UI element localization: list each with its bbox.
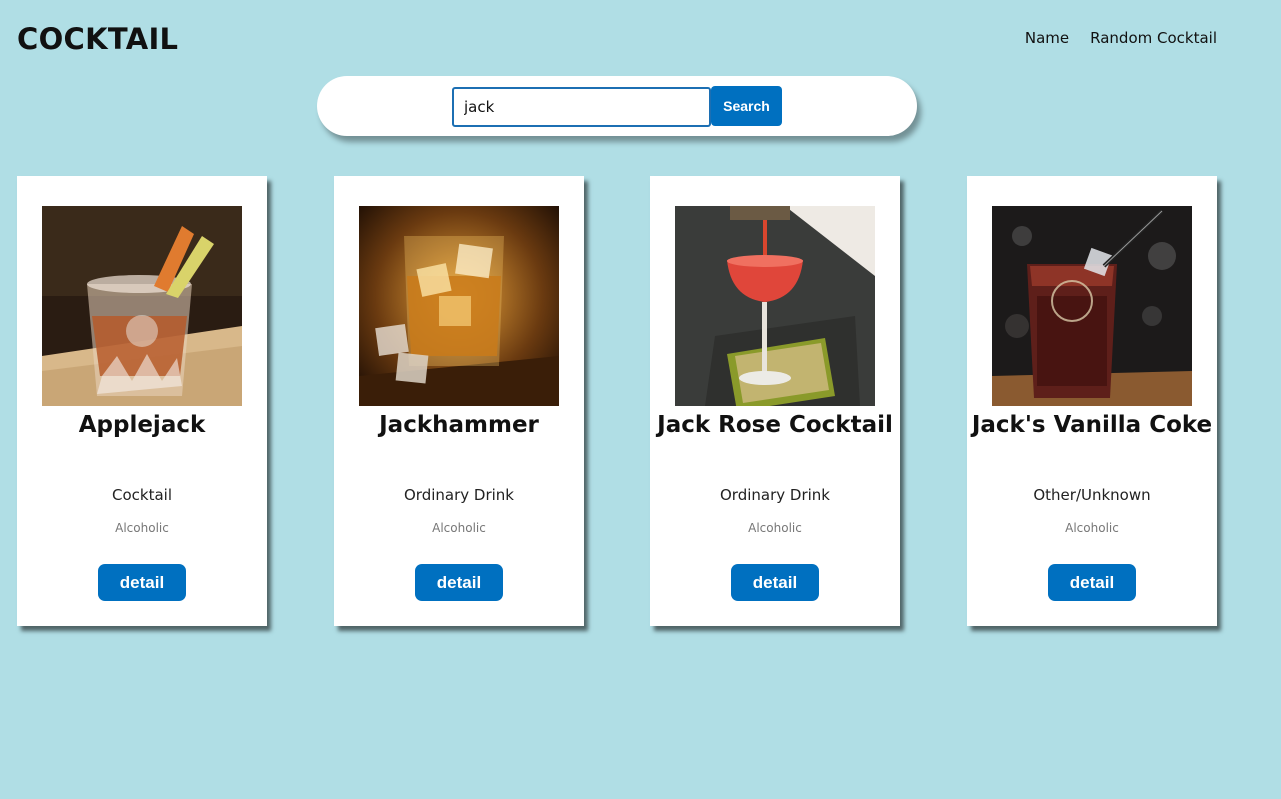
search-input[interactable] xyxy=(452,87,711,127)
site-logo[interactable]: COCKTAIL xyxy=(17,22,178,56)
cocktail-card: Jack's Vanilla Coke Other/Unknown Alcoho… xyxy=(967,176,1217,626)
cocktail-category: Ordinary Drink xyxy=(720,486,830,504)
cocktail-alcoholic-badge: Alcoholic xyxy=(432,521,486,535)
detail-button[interactable]: detail xyxy=(98,564,186,601)
cocktail-name: Jack's Vanilla Coke xyxy=(971,412,1213,438)
cocktail-card: Applejack Cocktail Alcoholic detail xyxy=(17,176,267,626)
cocktail-category: Cocktail xyxy=(112,486,172,504)
cocktail-alcoholic-badge: Alcoholic xyxy=(1065,521,1119,535)
detail-button[interactable]: detail xyxy=(1048,564,1136,601)
cocktail-name: Applejack xyxy=(78,412,206,438)
nav-link-random-cocktail[interactable]: Random Cocktail xyxy=(1090,29,1217,47)
cocktail-alcoholic-badge: Alcoholic xyxy=(115,521,169,535)
cocktail-name: Jack Rose Cocktail xyxy=(657,412,893,438)
cocktail-image xyxy=(992,206,1192,406)
top-nav: Name Random Cocktail xyxy=(1025,29,1217,47)
cocktail-category: Other/Unknown xyxy=(1033,486,1151,504)
detail-button[interactable]: detail xyxy=(415,564,503,601)
cocktail-card: Jackhammer Ordinary Drink Alcoholic deta… xyxy=(334,176,584,626)
cocktail-image xyxy=(359,206,559,406)
detail-button[interactable]: detail xyxy=(731,564,819,601)
cocktail-image xyxy=(42,206,242,406)
cocktail-name: Jackhammer xyxy=(379,412,539,438)
cocktail-alcoholic-badge: Alcoholic xyxy=(748,521,802,535)
search-bar: Search xyxy=(317,76,917,136)
cocktail-card: Jack Rose Cocktail Ordinary Drink Alcoho… xyxy=(650,176,900,626)
cocktail-image xyxy=(675,206,875,406)
search-button[interactable]: Search xyxy=(711,86,782,126)
nav-link-name[interactable]: Name xyxy=(1025,29,1069,47)
cocktail-category: Ordinary Drink xyxy=(404,486,514,504)
